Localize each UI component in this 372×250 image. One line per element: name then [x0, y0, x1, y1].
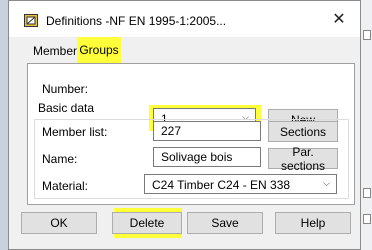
background-window-edge — [0, 0, 8, 250]
chevron-down-icon: ⌵ — [323, 178, 330, 188]
name-value: Solivage bois — [161, 150, 233, 164]
background-toolbar — [361, 0, 372, 250]
material-select[interactable]: C24 Timber C24 - EN 338 ⌵ — [144, 174, 337, 194]
material-label: Material: — [42, 179, 89, 193]
title-bar: Definitions -NF EN 1995-1:2005... ✕ — [9, 1, 360, 37]
member-list-value: 227 — [161, 124, 182, 138]
page-icon — [363, 214, 371, 224]
basic-data-label: Basic data — [38, 101, 95, 115]
number-label: Number: — [42, 82, 89, 96]
name-label: Name: — [42, 152, 78, 166]
ok-button[interactable]: OK — [21, 212, 97, 234]
sections-button[interactable]: Sections — [268, 121, 338, 142]
page-icon — [363, 30, 371, 40]
name-field[interactable]: Solivage bois — [153, 147, 261, 167]
close-icon[interactable]: ✕ — [319, 1, 359, 37]
member-list-label: Member list: — [42, 125, 108, 139]
delete-button[interactable]: Delete — [112, 212, 182, 234]
help-button[interactable]: Help — [275, 212, 351, 234]
tab-groups[interactable]: Groups — [77, 37, 121, 63]
window-title: Definitions -NF EN 1995-1:2005... — [46, 14, 227, 28]
par-sections-button[interactable]: Par. sections — [268, 145, 338, 173]
member-list-field[interactable]: 227 — [153, 121, 261, 141]
save-button[interactable]: Save — [187, 212, 263, 234]
app-icon — [24, 14, 38, 27]
material-value: C24 Timber C24 - EN 338 — [152, 178, 291, 192]
page-icon — [363, 188, 371, 198]
